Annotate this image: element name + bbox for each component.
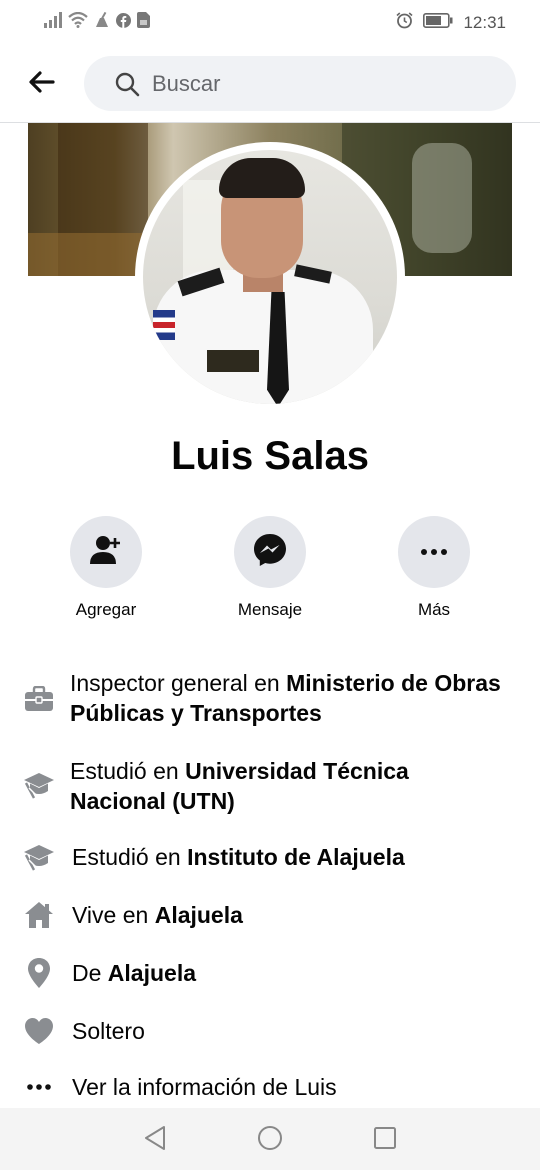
circle-home-icon (257, 1125, 283, 1156)
signal-icon (44, 12, 62, 33)
wifi-icon (68, 11, 88, 33)
home-icon (22, 898, 56, 932)
info-lives-in-prefix: Vive en (72, 902, 155, 928)
message-button[interactable]: Mensaje (205, 516, 335, 620)
more-button[interactable]: Más (369, 516, 499, 620)
add-friend-label: Agregar (75, 600, 137, 619)
info-lives-in-text: Vive en Alajuela (72, 900, 512, 930)
profile-name: Luis Salas (171, 434, 369, 478)
nav-back-button[interactable] (140, 1125, 170, 1155)
graduation-cap-icon (22, 768, 56, 802)
see-more-info-label[interactable]: Ver la información de Luis (72, 1072, 512, 1102)
clock-time: 12:31 (463, 13, 506, 32)
info-lives-in-city[interactable]: Alajuela (155, 902, 243, 928)
info-work-prefix: Inspector general en (70, 670, 287, 696)
system-navigation-bar (0, 1108, 540, 1170)
info-from-text: De Alajuela (72, 958, 512, 988)
info-education-1-prefix: Estudió en (70, 758, 186, 784)
nav-recents-button[interactable] (370, 1125, 400, 1155)
more-icon (22, 1070, 56, 1104)
add-friend-button-circle[interactable] (70, 516, 142, 588)
profile-actions: Agregar Mensaje Más (0, 516, 540, 626)
message-button-circle[interactable] (234, 516, 306, 588)
heart-icon (22, 1014, 56, 1048)
status-left-icons (44, 11, 150, 33)
top-bar (0, 56, 540, 112)
profile-page: 12:31 Buscar Luis Salas Agregar Mensaje … (0, 0, 540, 1170)
info-education-2-school[interactable]: Instituto de Alajuela (187, 844, 405, 870)
more-icon (420, 543, 448, 561)
info-relationship-text: Soltero (72, 1018, 145, 1044)
info-education-2-prefix: Estudió en (72, 844, 188, 870)
status-bar: 12:31 (0, 0, 540, 46)
battery-icon (423, 13, 453, 33)
graduation-cap-icon (22, 840, 56, 874)
cleaner-icon (94, 11, 110, 33)
back-arrow-icon (29, 70, 55, 98)
add-friend-icon (88, 532, 124, 573)
nav-home-button[interactable] (255, 1125, 285, 1155)
facebook-icon (116, 12, 131, 33)
info-from-prefix: De (72, 960, 108, 986)
info-education-1-text: Estudió en Universidad Técnica Nacional … (70, 756, 510, 816)
messenger-icon (252, 532, 288, 573)
avatar (143, 150, 397, 404)
search-icon (114, 71, 140, 97)
search-input[interactable] (152, 70, 492, 97)
more-button-circle[interactable] (398, 516, 470, 588)
square-recents-icon (373, 1126, 397, 1155)
more-label: Más (417, 600, 451, 619)
status-right: 12:31 (396, 12, 506, 34)
message-label: Mensaje (237, 600, 303, 619)
search-bar[interactable] (84, 56, 516, 111)
info-education-2-text: Estudió en Instituto de Alajuela (72, 842, 512, 872)
triangle-back-icon (143, 1125, 167, 1156)
back-button[interactable] (22, 66, 62, 102)
info-work-text: Inspector general en Ministerio de Obras… (70, 668, 510, 728)
add-friend-button[interactable]: Agregar (41, 516, 171, 620)
info-from-city[interactable]: Alajuela (108, 960, 196, 986)
briefcase-icon (22, 682, 56, 716)
location-pin-icon (22, 956, 56, 990)
profile-picture[interactable] (135, 142, 405, 412)
sim-card-icon (137, 12, 150, 33)
alarm-icon (396, 12, 413, 34)
